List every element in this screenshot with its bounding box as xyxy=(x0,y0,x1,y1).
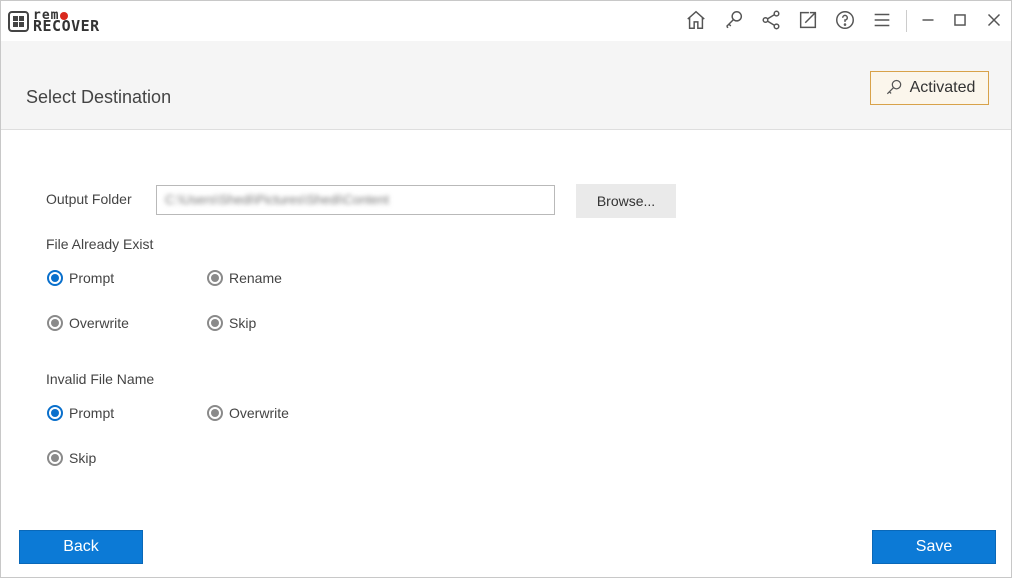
invalid-name-skip-radio[interactable]: Skip xyxy=(47,450,96,466)
invalid-name-overwrite-radio[interactable]: Overwrite xyxy=(207,405,289,421)
radio-label: Skip xyxy=(229,315,257,331)
browse-button[interactable]: Browse... xyxy=(576,184,676,218)
menu-icon[interactable] xyxy=(869,7,895,33)
radio-selected-icon xyxy=(47,405,63,421)
activated-label: Activated xyxy=(909,79,976,96)
home-icon[interactable] xyxy=(683,7,709,33)
key-icon xyxy=(886,79,901,95)
app-window: rem RECOVER Select Destination Activated… xyxy=(0,0,1012,578)
output-folder-value: C:\Users\Shedi\Pictures\Shedi\Content xyxy=(165,192,389,207)
radio-label: Skip xyxy=(69,450,97,466)
help-icon[interactable] xyxy=(832,7,858,33)
radio-icon xyxy=(47,450,63,466)
file-exists-label: File Already Exist xyxy=(46,236,154,252)
app-logo: rem RECOVER xyxy=(8,6,100,36)
file-exists-overwrite-radio[interactable]: Overwrite xyxy=(47,315,129,331)
radio-icon xyxy=(207,270,223,286)
radio-label: Rename xyxy=(229,270,282,286)
file-exists-prompt-radio[interactable]: Prompt xyxy=(47,270,114,286)
titlebar-divider xyxy=(906,10,907,32)
radio-label: Overwrite xyxy=(69,315,129,331)
share-icon[interactable] xyxy=(758,7,784,33)
title-bar: rem RECOVER xyxy=(1,1,1011,41)
output-folder-input[interactable]: C:\Users\Shedi\Pictures\Shedi\Content xyxy=(156,185,555,215)
radio-label: Prompt xyxy=(69,405,115,421)
logo-text-bottom: RECOVER xyxy=(33,17,100,35)
invalid-file-name-label: Invalid File Name xyxy=(46,371,155,387)
close-icon[interactable] xyxy=(981,7,1007,33)
file-exists-rename-radio[interactable]: Rename xyxy=(207,270,282,286)
activated-button[interactable]: Activated xyxy=(870,71,989,105)
radio-label: Prompt xyxy=(69,270,115,286)
page-header: Select Destination Activated xyxy=(1,41,1011,130)
radio-icon xyxy=(207,405,223,421)
invalid-name-prompt-radio[interactable]: Prompt xyxy=(47,405,114,421)
output-folder-label: Output Folder xyxy=(46,191,132,207)
minimize-icon[interactable] xyxy=(915,7,941,33)
page-title: Select Destination xyxy=(26,87,172,107)
maximize-icon[interactable] xyxy=(947,7,973,33)
back-button[interactable]: Back xyxy=(19,530,143,564)
file-exists-skip-radio[interactable]: Skip xyxy=(207,315,256,331)
logo-mark-icon xyxy=(8,10,29,32)
radio-icon xyxy=(207,315,223,331)
save-button[interactable]: Save xyxy=(872,530,996,564)
radio-selected-icon xyxy=(47,270,63,286)
export-icon[interactable] xyxy=(795,7,821,33)
key-icon[interactable] xyxy=(721,7,747,33)
radio-label: Overwrite xyxy=(229,405,289,421)
radio-icon xyxy=(47,315,63,331)
